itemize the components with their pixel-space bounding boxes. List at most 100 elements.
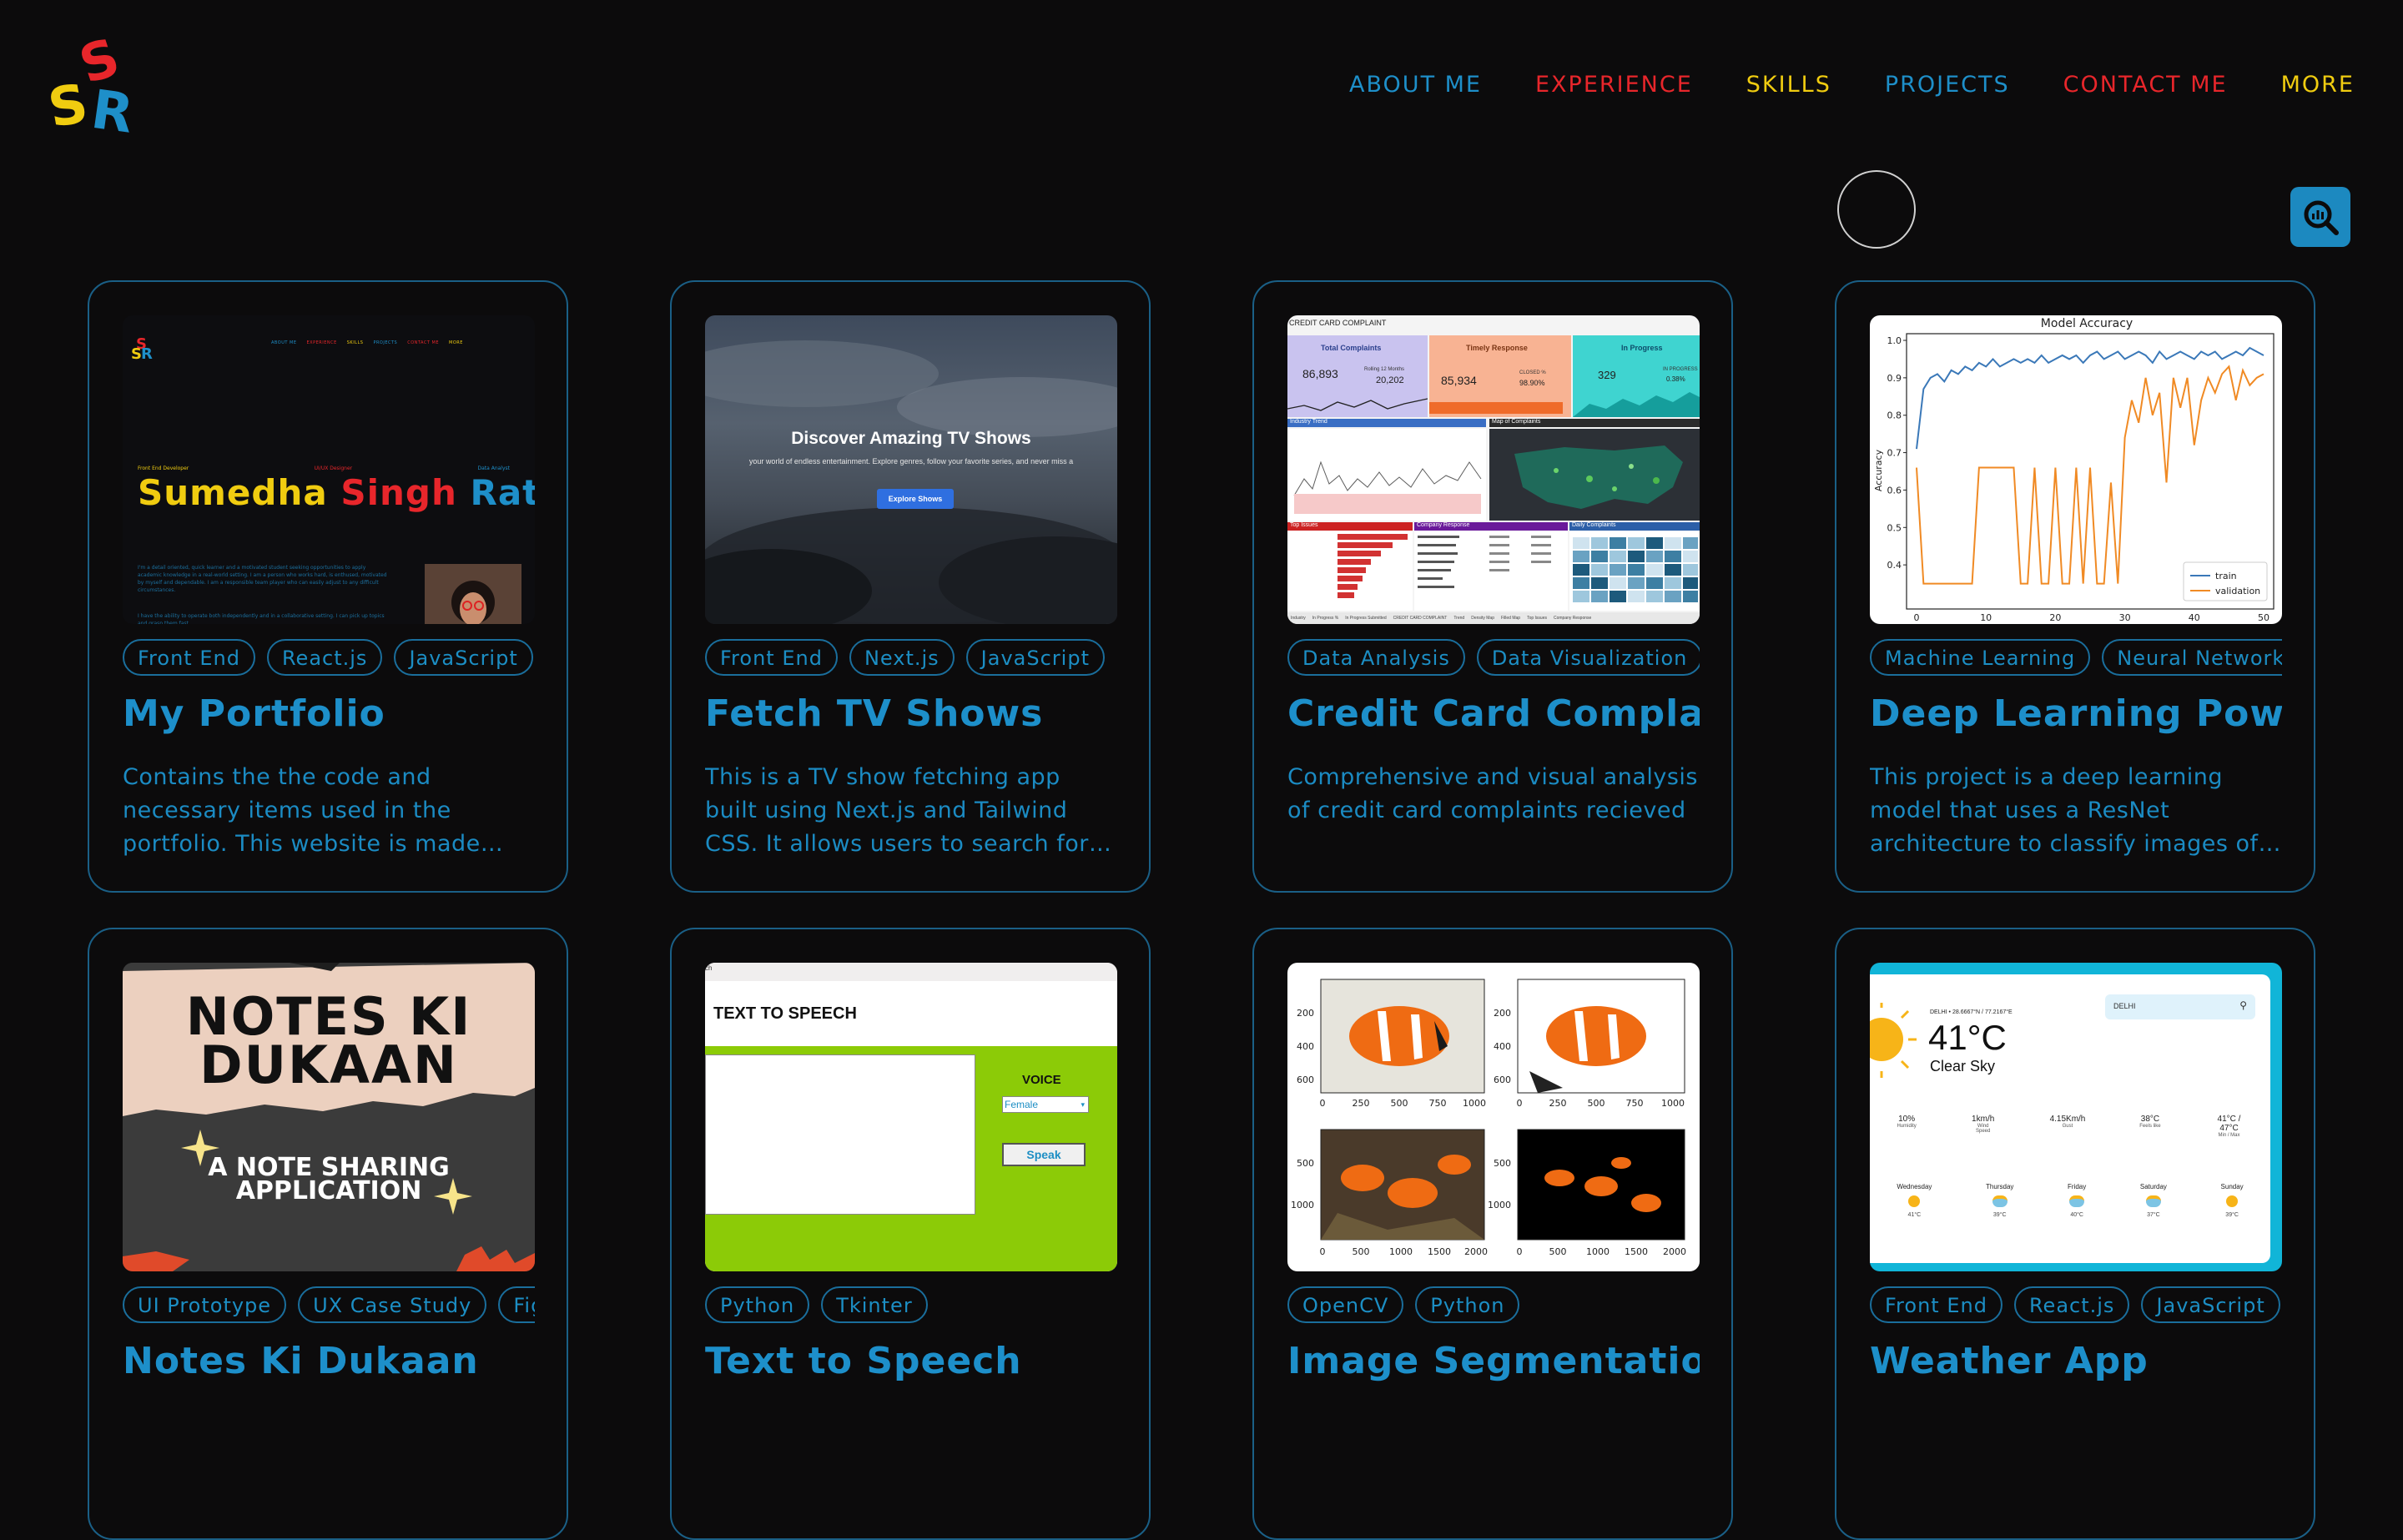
thumb-voice-label: VOICE	[1022, 1073, 1061, 1087]
forecast-day: Sunday 39°C	[2221, 1183, 2244, 1218]
thumb-dashboard-header: CREDIT CARD COMPLAINT	[1289, 319, 1387, 327]
nav-about-me[interactable]: ABOUT ME	[1349, 72, 1482, 98]
axis-tick: 2000	[1464, 1246, 1488, 1257]
axis-tick: 750	[1626, 1098, 1644, 1109]
axis-tick: 1500	[1625, 1246, 1648, 1257]
weather-temperature: 41°C	[1928, 1018, 2007, 1057]
nav-experience[interactable]: EXPERIENCE	[1535, 72, 1693, 98]
project-card-text-to-speech[interactable]: ch TEXT TO SPEECH VOICE Female ▾ Speak P…	[670, 928, 1151, 1540]
weather-stat-value: 38°C	[2140, 1115, 2160, 1124]
sun-icon	[1908, 1195, 1921, 1207]
project-title[interactable]: Notes Ki Dukaan	[123, 1340, 535, 1382]
site-logo[interactable]: S S R	[44, 26, 149, 145]
project-tag: Data Analysis	[1287, 639, 1465, 676]
project-title[interactable]: Weather App	[1870, 1340, 2282, 1382]
axis-tick: 500	[1391, 1098, 1408, 1109]
project-card-deep-learning[interactable]: Model Accuracy Accuracy 0.4 0.5 0.6 0.7 0.8 0…	[1835, 280, 2315, 893]
project-tag: UI Prototype	[123, 1286, 287, 1323]
weather-search-value: DELHI	[2113, 1002, 2136, 1010]
weather-stat-label: Min / Max	[2218, 1133, 2240, 1138]
project-title[interactable]: Image Segmentation	[1287, 1340, 1700, 1382]
weather-stat-value: 41°C / 47°C	[2217, 1115, 2241, 1133]
main-nav: ABOUT ME EXPERIENCE SKILLS PROJECTS CONT…	[1349, 72, 2355, 98]
dashboard-tab: Density Map	[1471, 616, 1494, 621]
project-card-credit-card-complaints[interactable]: CREDIT CARD COMPLAINT Total Complaints 8…	[1252, 280, 1733, 893]
project-tag: Python	[705, 1286, 810, 1323]
panel-title: Map of Complaints	[1489, 419, 1700, 427]
axis-tick: 1000	[1291, 1200, 1314, 1210]
project-tag: React.js	[266, 639, 383, 676]
nav-contact-me[interactable]: CONTACT ME	[2063, 72, 2228, 98]
kpi-sub-value: 98.90%	[1519, 379, 1545, 387]
weather-stat: 4.15Km/h Gust	[2050, 1115, 2086, 1138]
thumb-subtitle-line2: APPLICATION	[235, 1176, 422, 1205]
weather-stat-value: 10%	[1898, 1115, 1916, 1124]
project-card-fetch-tv-shows[interactable]: Discover Amazing TV Shows your world of …	[670, 280, 1151, 893]
thumb-name-middle: Singh	[340, 472, 457, 513]
kpi-sub-label: Rolling 12 Months	[1364, 367, 1405, 372]
forecast-day: Thursday 39°C	[1986, 1183, 2013, 1218]
thumb-title-line2: DUKAAN	[199, 1034, 458, 1095]
weather-condition: Clear Sky	[1930, 1058, 1996, 1074]
weather-stat-value: 1km/h	[1972, 1115, 1995, 1124]
dashboard-tab: CREDIT CARD COMPLAINT	[1393, 616, 1448, 621]
kpi-value: 329	[1598, 369, 1616, 381]
nav-more[interactable]: MORE	[2281, 72, 2355, 98]
cursor-circle-button[interactable]	[1837, 170, 1916, 249]
kpi-label: Total Complaints	[1321, 344, 1382, 352]
project-tag: React.js	[2013, 1286, 2130, 1323]
thumb-avatar	[425, 564, 521, 624]
forecast-day-name: Thursday	[1986, 1183, 2014, 1190]
project-title[interactable]: Fetch TV Shows	[705, 692, 1117, 735]
project-tag: JavaScript	[2141, 1286, 2280, 1323]
axis-tick: 600	[1297, 1074, 1314, 1085]
thumb-speak-button: Speak	[1002, 1143, 1086, 1166]
dashboard-tab: Company Response	[1553, 616, 1592, 621]
project-title[interactable]: Credit Card Complaints Analysis	[1287, 692, 1700, 735]
thumb-role: Front End Developer	[138, 466, 189, 471]
project-tag: Front End	[705, 639, 838, 676]
project-thumbnail: S S R ABOUT ME EXPERIENCE SKILLS PROJECT…	[123, 315, 535, 624]
thumb-voice-select: Female ▾	[1002, 1096, 1089, 1113]
project-card-notes-ki-dukaan[interactable]: NOTES KI DUKAAN A NOTE SHARING APPLICATI…	[88, 928, 568, 1540]
y-tick-label: 1.0	[1887, 335, 1902, 346]
y-tick-label: 0.8	[1887, 410, 1902, 421]
search-chart-button[interactable]	[2290, 187, 2350, 247]
project-title[interactable]: Text to Speech	[705, 1340, 1117, 1382]
thumb-text-area	[705, 1054, 975, 1215]
search-chart-icon	[2304, 200, 2339, 235]
weather-stat: 38°C Feels like	[2139, 1115, 2160, 1138]
axis-tick: 500	[1549, 1246, 1567, 1257]
project-card-my-portfolio[interactable]: S S R ABOUT ME EXPERIENCE SKILLS PROJECT…	[88, 280, 568, 893]
forecast-temp: 37°C	[2147, 1212, 2160, 1218]
project-tag: Machine Learning	[1870, 639, 2091, 676]
axis-tick: 1000	[1463, 1098, 1486, 1109]
partly-cloudy-icon	[2145, 1195, 2161, 1207]
thumb-corner-text: ch	[705, 964, 713, 972]
project-thumbnail: NOTES KI DUKAAN A NOTE SHARING APPLICATI…	[123, 963, 535, 1271]
axis-tick: 500	[1353, 1246, 1370, 1257]
x-tick-label: 20	[2049, 612, 2061, 623]
project-description: Contains the the code and necessary item…	[123, 764, 481, 857]
chevron-down-icon: ▾	[1081, 1100, 1085, 1109]
thumb-name-last: Rathor	[470, 472, 535, 513]
thumb-role: Data Analyst	[477, 466, 510, 471]
svg-text:S: S	[47, 73, 93, 140]
weather-stat-label: Humidity	[1897, 1124, 1917, 1129]
project-title[interactable]: My Portfolio	[123, 692, 535, 735]
nav-projects[interactable]: PROJECTS	[1885, 72, 2010, 98]
nav-skills[interactable]: SKILLS	[1746, 72, 1831, 98]
project-card-weather-app[interactable]: DELHI • 28.6667°N / 77.2167°E 41°C Clear…	[1835, 928, 2315, 1540]
axis-tick: 0	[1320, 1246, 1326, 1257]
forecast-day-name: Sunday	[2220, 1183, 2244, 1190]
chart-title: Model Accuracy	[2041, 317, 2133, 330]
project-thumbnail: 200 400 600 200 400 600 0 250 500 750 10…	[1287, 963, 1700, 1271]
project-tag: JavaScript	[394, 639, 533, 676]
axis-tick: 250	[1549, 1098, 1567, 1109]
project-title[interactable]: Deep Learning Powered Image Classifier	[1870, 692, 2282, 735]
project-description: Comprehensive and visual analysis of cre…	[1287, 764, 1698, 823]
x-tick-label: 10	[1980, 612, 1992, 623]
project-card-image-segmentation[interactable]: 200 400 600 200 400 600 0 250 500 750 10…	[1252, 928, 1733, 1540]
dashboard-tab: Industry	[1291, 616, 1306, 621]
legend-label: validation	[2215, 586, 2260, 596]
